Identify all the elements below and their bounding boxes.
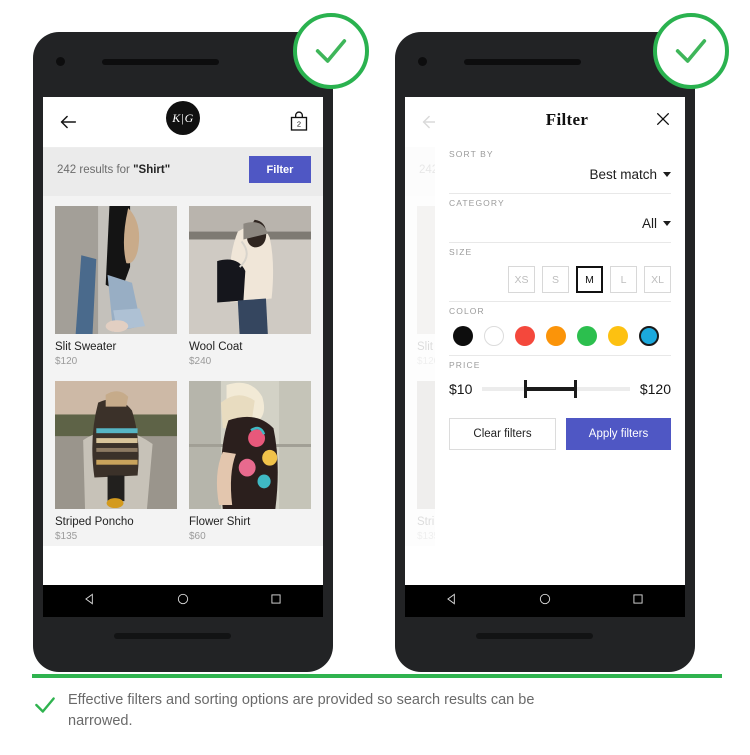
recents-square-icon[interactable] bbox=[631, 592, 645, 611]
slider-selected-range bbox=[523, 387, 577, 391]
color-swatch-white[interactable] bbox=[484, 326, 504, 346]
check-icon bbox=[675, 39, 707, 63]
color-swatch-red[interactable] bbox=[515, 326, 535, 346]
home-circle-icon[interactable] bbox=[538, 592, 552, 611]
product-card[interactable]: Flower Shirt $60 bbox=[189, 381, 311, 546]
size-option-xl[interactable]: XL bbox=[644, 266, 671, 293]
green-divider-rule bbox=[32, 674, 722, 678]
category-dropdown[interactable]: All bbox=[449, 208, 671, 238]
size-option-xs[interactable]: XS bbox=[508, 266, 535, 293]
sort-by-value: Best match bbox=[589, 166, 657, 182]
home-circle-icon[interactable] bbox=[176, 592, 190, 611]
android-nav-bar bbox=[405, 585, 685, 617]
product-title: Flower Shirt bbox=[189, 516, 251, 528]
size-option-group: XS S M L XL bbox=[449, 266, 671, 293]
sort-by-label: SORT BY bbox=[449, 149, 494, 159]
brand-logo[interactable]: K|G bbox=[166, 101, 200, 135]
price-label: PRICE bbox=[449, 360, 481, 370]
close-icon[interactable] bbox=[655, 111, 671, 127]
earpiece-speaker bbox=[464, 59, 581, 65]
color-swatch-blue[interactable] bbox=[639, 326, 659, 346]
product-image bbox=[55, 381, 177, 509]
results-count-text: 242 results for "Shirt" bbox=[57, 164, 170, 176]
check-icon bbox=[315, 39, 347, 63]
phone-bottom-bar bbox=[476, 633, 593, 639]
product-grid: Slit Sweater $120 Wool Coat $240 Striped… bbox=[43, 196, 323, 546]
shopping-bag-icon[interactable]: 2 bbox=[289, 110, 309, 132]
price-range-slider[interactable] bbox=[482, 380, 630, 398]
sort-by-dropdown[interactable]: Best match bbox=[449, 159, 671, 189]
results-summary-bar: 242 results for "Shirt" Filter bbox=[43, 148, 323, 196]
category-label: CATEGORY bbox=[449, 198, 505, 208]
results-count-prefix: 242 results for bbox=[57, 164, 134, 176]
color-label: COLOR bbox=[449, 306, 485, 316]
filter-section-color: COLOR bbox=[449, 302, 671, 356]
product-title: Slit Sweater bbox=[55, 341, 117, 353]
product-title: Striped Poncho bbox=[55, 516, 134, 528]
chevron-down-icon bbox=[663, 171, 671, 177]
check-icon bbox=[32, 692, 58, 718]
earpiece-speaker bbox=[102, 59, 219, 65]
android-nav-bar bbox=[43, 585, 323, 617]
size-option-l[interactable]: L bbox=[610, 266, 637, 293]
filter-panel-title: Filter bbox=[545, 110, 589, 129]
product-price: $120 bbox=[55, 356, 78, 367]
footer-caption-text: Effective filters and sorting options ar… bbox=[68, 692, 535, 730]
footer-caption: Effective filters and sorting options ar… bbox=[32, 690, 722, 732]
price-min-value: $10 bbox=[449, 381, 473, 397]
product-price: $240 bbox=[189, 356, 212, 367]
filter-header: Filter bbox=[449, 97, 671, 145]
chevron-down-icon bbox=[663, 220, 671, 226]
color-swatch-group bbox=[453, 326, 671, 346]
filter-section-category: CATEGORY All bbox=[449, 194, 671, 243]
price-max-value: $120 bbox=[639, 381, 671, 397]
size-option-s[interactable]: S bbox=[542, 266, 569, 293]
phone-device-left: K|G 2 242 results for "Shirt" Filter Sli… bbox=[33, 32, 333, 672]
app-top-bar: K|G 2 bbox=[43, 97, 323, 148]
filter-section-sort-by: SORT BY Best match bbox=[449, 145, 671, 194]
screen-search-results: K|G 2 242 results for "Shirt" Filter Sli… bbox=[43, 97, 323, 585]
phone-device-right: 242 results for "Shirt" Slit Sweater $12… bbox=[395, 32, 695, 672]
product-image bbox=[189, 206, 311, 334]
slider-handle-min[interactable] bbox=[523, 380, 527, 398]
back-triangle-icon[interactable] bbox=[83, 592, 97, 611]
approval-badge-right bbox=[653, 13, 729, 89]
size-label: SIZE bbox=[449, 247, 473, 257]
approval-badge-left bbox=[293, 13, 369, 89]
filter-section-price: PRICE $10 $120 bbox=[449, 356, 671, 398]
color-swatch-orange[interactable] bbox=[546, 326, 566, 346]
front-camera-dot bbox=[56, 57, 65, 66]
filter-section-size: SIZE XS S M L XL bbox=[449, 243, 671, 302]
product-price: $135 bbox=[55, 531, 78, 542]
product-card[interactable]: Striped Poncho $135 bbox=[55, 381, 177, 546]
apply-filters-button[interactable]: Apply filters bbox=[566, 418, 671, 450]
phone-bottom-bar bbox=[114, 633, 231, 639]
product-card[interactable]: Wool Coat $240 bbox=[189, 206, 311, 371]
category-value: All bbox=[641, 215, 657, 231]
screen-filter-panel: 242 results for "Shirt" Slit Sweater $12… bbox=[405, 97, 685, 585]
color-swatch-black[interactable] bbox=[453, 326, 473, 346]
product-title: Wool Coat bbox=[189, 341, 243, 353]
color-swatch-green[interactable] bbox=[577, 326, 597, 346]
front-camera-dot bbox=[418, 57, 427, 66]
svg-text:2: 2 bbox=[297, 120, 301, 129]
clear-filters-button[interactable]: Clear filters bbox=[449, 418, 556, 450]
filter-overlay-panel: Filter SORT BY Best match CATEGORY All S… bbox=[435, 97, 685, 585]
arrow-left-icon[interactable] bbox=[57, 111, 79, 133]
product-image bbox=[189, 381, 311, 509]
filter-button[interactable]: Filter bbox=[249, 156, 311, 183]
search-query: "Shirt" bbox=[133, 164, 171, 176]
recents-square-icon[interactable] bbox=[269, 592, 283, 611]
back-triangle-icon[interactable] bbox=[445, 592, 459, 611]
product-price: $60 bbox=[189, 531, 206, 542]
price-range-row: $10 $120 bbox=[449, 380, 671, 398]
product-image bbox=[55, 206, 177, 334]
product-card[interactable]: Slit Sweater $120 bbox=[55, 206, 177, 371]
filter-actions: Clear filters Apply filters bbox=[449, 418, 671, 450]
size-option-m[interactable]: M bbox=[576, 266, 603, 293]
slider-handle-max[interactable] bbox=[573, 380, 577, 398]
color-swatch-yellow[interactable] bbox=[608, 326, 628, 346]
